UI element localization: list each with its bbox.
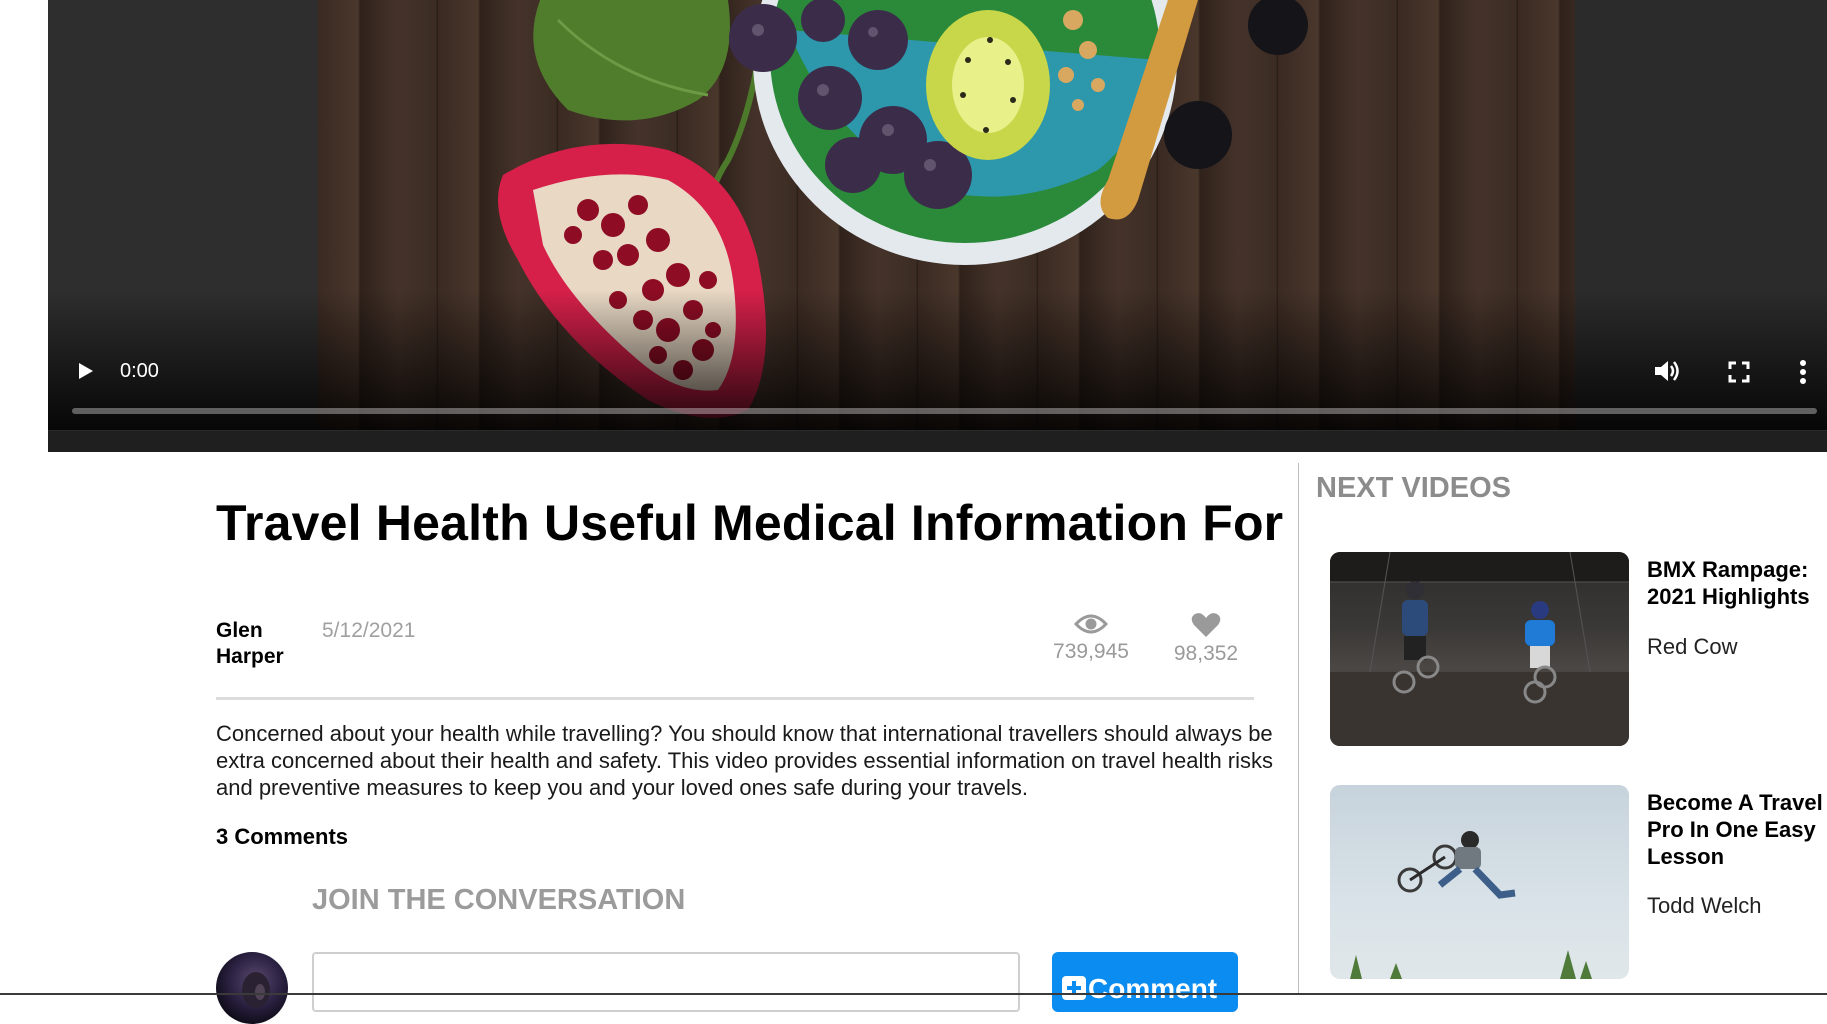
video-controls: 0:00 xyxy=(48,350,1827,392)
volume-button[interactable] xyxy=(1652,357,1682,385)
avatar xyxy=(216,952,288,1024)
video-thumbnail[interactable] xyxy=(1330,552,1629,746)
current-time: 0:00 xyxy=(120,360,159,382)
next-video-author: Red Cow xyxy=(1647,634,1738,659)
next-video-author: Todd Welch xyxy=(1647,893,1762,918)
fullscreen-icon xyxy=(1728,361,1750,383)
play-button[interactable] xyxy=(72,358,98,384)
views-count: 739,945 xyxy=(1053,640,1129,663)
bmx-riders-image xyxy=(1330,552,1629,746)
video-thumbnail[interactable] xyxy=(1330,785,1629,979)
video-bottom-bar xyxy=(48,430,1827,452)
video-description: Concerned about your health while travel… xyxy=(216,721,1273,800)
volume-icon xyxy=(1655,361,1679,381)
comment-input[interactable] xyxy=(312,952,1020,1012)
user-photo xyxy=(242,972,270,1008)
article-divider xyxy=(216,697,1254,700)
more-vertical-icon xyxy=(1800,360,1806,384)
plus-icon xyxy=(1062,976,1086,1000)
video-title: Travel Health Useful Medical Information… xyxy=(216,495,1284,551)
more-options-button[interactable] xyxy=(1793,357,1813,387)
publish-date: 5/12/2021 xyxy=(322,619,416,642)
author-name[interactable]: Glen Harper xyxy=(216,618,306,670)
eye-icon xyxy=(1074,614,1108,634)
comment-button-label: Comment xyxy=(1088,973,1218,1004)
views-stat: 739,945 xyxy=(1041,612,1141,664)
heart-icon[interactable] xyxy=(1191,612,1221,638)
next-video-card[interactable]: BMX Rampage: 2021 Highlights Red Cow xyxy=(1330,552,1827,748)
likes-count: 98,352 xyxy=(1173,642,1239,665)
comments-count: 3 Comments xyxy=(216,824,349,849)
play-icon xyxy=(79,363,93,379)
video-player[interactable]: 0:00 xyxy=(48,0,1827,452)
likes-stat[interactable]: 98,352 xyxy=(1156,612,1256,666)
fullscreen-button[interactable] xyxy=(1726,359,1752,385)
next-video-card[interactable]: Become A Travel Pro In One Easy Lesson T… xyxy=(1330,785,1827,981)
bmx-jump-image xyxy=(1350,831,1592,979)
sidebar-divider xyxy=(1298,463,1299,995)
video-progress-bar[interactable] xyxy=(72,408,1817,414)
comment-button[interactable]: Comment xyxy=(1052,952,1238,1012)
next-video-title[interactable]: BMX Rampage: 2021 Highlights xyxy=(1647,556,1827,610)
join-conversation-heading: JOIN THE CONVERSATION xyxy=(312,884,686,916)
next-video-title[interactable]: Become A Travel Pro In One Easy Lesson xyxy=(1647,789,1827,870)
next-videos-heading: NEXT VIDEOS xyxy=(1316,472,1511,504)
